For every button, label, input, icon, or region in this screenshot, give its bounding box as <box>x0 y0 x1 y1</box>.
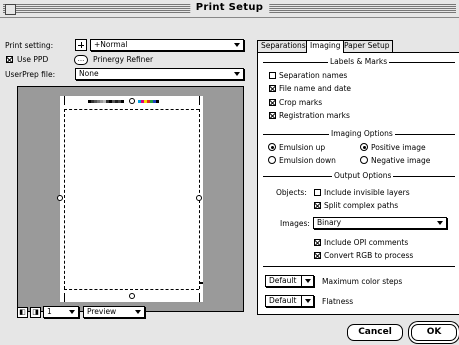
emulsion-down-radio[interactable] <box>268 156 276 164</box>
include-invisible-layers-label: Include invisible layers <box>324 188 410 197</box>
view-mode-popup[interactable]: Preview <box>83 306 145 318</box>
cancel-button[interactable]: Cancel <box>347 324 403 341</box>
positive-image-radio[interactable] <box>360 143 368 151</box>
max-color-steps-label: Maximum color steps <box>322 277 403 286</box>
close-box[interactable] <box>5 4 16 15</box>
userprep-label: UserPrep file: <box>5 70 56 79</box>
registration-mark <box>129 293 135 299</box>
positive-image-label: Positive image <box>371 143 426 152</box>
negative-image-label: Negative image <box>371 156 431 165</box>
gray-bar <box>88 100 124 103</box>
labels-marks-title: Labels & Marks <box>328 57 390 66</box>
flatness-popup[interactable]: Default <box>265 295 314 307</box>
tab-imaging[interactable]: Imaging <box>306 40 345 53</box>
tab-paper-setup[interactable]: Paper Setup <box>340 40 394 52</box>
objects-label: Objects: <box>276 188 307 197</box>
view-mode-value: Preview <box>87 307 117 316</box>
chevron-down-icon <box>305 299 311 303</box>
trim-line-left <box>64 109 65 289</box>
negative-image-radio[interactable] <box>360 156 368 164</box>
page-preview <box>17 86 244 312</box>
registration-mark <box>196 195 202 201</box>
color-bar <box>138 100 159 103</box>
print-setting-label: Print setting: <box>5 41 54 50</box>
popup-arrow-box <box>301 275 313 287</box>
emulsion-down-label: Emulsion down <box>279 156 336 165</box>
include-opi-comments-label: Include OPI comments <box>324 238 409 247</box>
window-title: Print Setup <box>189 1 270 14</box>
file-name-date-label: File name and date <box>279 84 351 93</box>
images-label: Images: <box>280 219 310 228</box>
convert-rgb-label: Convert RGB to process <box>324 251 414 260</box>
crop-mark <box>64 293 65 302</box>
add-print-setting-button[interactable] <box>75 39 87 51</box>
max-color-steps-value: Default <box>269 276 297 285</box>
group-divider <box>263 266 455 267</box>
separation-names-checkbox[interactable] <box>269 72 276 79</box>
next-page-button[interactable]: ◨ <box>30 307 41 318</box>
trim-line-bottom <box>64 289 199 290</box>
print-setting-value: +Normal <box>94 40 128 49</box>
imaging-options-title: Imaging Options <box>329 129 395 138</box>
title-bar: Print Setup <box>0 0 459 18</box>
registration-marks-label: Registration marks <box>279 111 350 120</box>
print-setting-popup[interactable]: +Normal <box>90 39 244 51</box>
use-ppd-label: Use PPD <box>17 55 49 64</box>
output-options-title: Output Options <box>332 171 394 180</box>
chevron-down-icon <box>234 43 240 47</box>
tab-separations[interactable]: Separations <box>257 40 310 52</box>
registration-mark <box>57 195 63 201</box>
ok-button[interactable]: OK <box>411 324 457 341</box>
chevron-down-icon <box>69 310 75 314</box>
split-complex-paths-label: Split complex paths <box>324 201 399 210</box>
include-invisible-layers-checkbox[interactable] <box>314 189 321 196</box>
choose-ppd-button[interactable]: ... <box>74 55 88 65</box>
flatness-value: Default <box>269 296 297 305</box>
emulsion-up-label: Emulsion up <box>279 143 326 152</box>
imaging-panel: Labels & Marks Separation names File nam… <box>257 52 459 315</box>
crop-mark <box>199 293 200 302</box>
emulsion-up-radio[interactable] <box>268 143 276 151</box>
separation-names-label: Separation names <box>279 71 348 80</box>
chevron-down-icon <box>135 310 141 314</box>
print-setup-window: Print setting: +Normal Use PPD ... Prine… <box>0 18 459 345</box>
crop-mark <box>64 96 65 105</box>
preview-page <box>57 95 204 303</box>
page-number: 1 <box>47 307 52 316</box>
file-name-date-mark <box>199 282 203 284</box>
first-page-button[interactable]: ◧ <box>17 307 28 318</box>
popup-arrow-box <box>301 295 313 307</box>
chevron-down-icon <box>305 279 311 283</box>
crop-mark <box>199 96 200 105</box>
include-opi-comments-checkbox[interactable] <box>314 239 321 246</box>
registration-marks-checkbox[interactable] <box>269 112 276 119</box>
page-number-popup[interactable]: 1 <box>43 306 79 318</box>
file-name-date-checkbox[interactable] <box>269 85 276 92</box>
images-value: Binary <box>317 218 342 227</box>
split-complex-paths-checkbox[interactable] <box>314 202 321 209</box>
crop-marks-label: Crop marks <box>279 98 323 107</box>
userprep-popup[interactable]: None <box>75 68 244 80</box>
crop-marks-checkbox[interactable] <box>269 99 276 106</box>
images-popup[interactable]: Binary <box>313 217 447 229</box>
flatness-label: Flatness <box>322 297 354 306</box>
choose-ppd-button-glyph: ... <box>77 55 85 63</box>
convert-rgb-checkbox[interactable] <box>314 252 321 259</box>
use-ppd-checkbox[interactable] <box>6 56 13 63</box>
chevron-down-icon <box>234 72 240 76</box>
userprep-value: None <box>79 69 99 78</box>
trim-line-top <box>64 109 199 110</box>
max-color-steps-popup[interactable]: Default <box>265 275 314 287</box>
registration-mark <box>129 98 135 104</box>
chevron-down-icon <box>437 221 443 225</box>
printer-name: Prinergy Refiner <box>93 55 154 64</box>
